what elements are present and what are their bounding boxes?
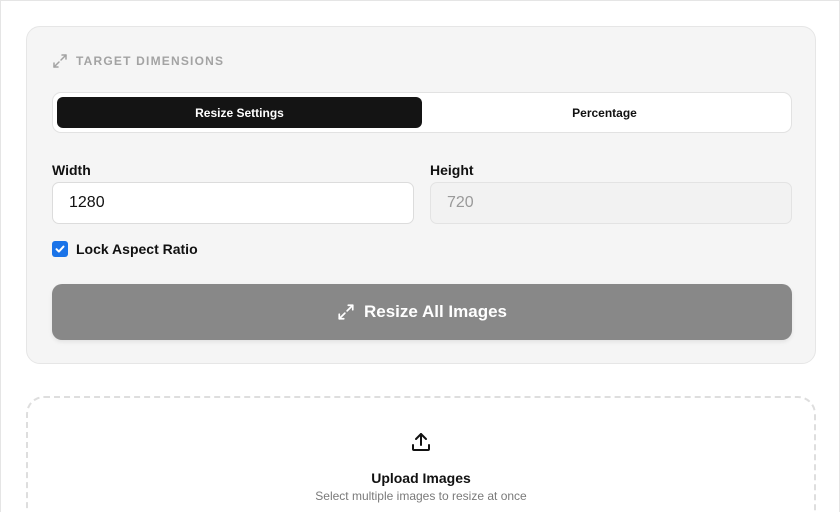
resize-all-button[interactable]: Resize All Images [52,284,792,340]
width-label: Width [52,162,91,178]
upload-dropzone[interactable]: Upload Images Select multiple images to … [26,396,816,512]
tab-percentage[interactable]: Percentage [422,97,787,128]
height-input[interactable] [430,182,792,224]
section-title: TARGET DIMENSIONS [76,54,225,68]
height-label: Height [430,162,474,178]
width-input[interactable] [52,182,414,224]
target-dimensions-card: TARGET DIMENSIONS Resize Settings Percen… [26,26,816,364]
lock-aspect-label[interactable]: Lock Aspect Ratio [76,241,198,257]
upload-icon [409,430,433,454]
resize-all-label: Resize All Images [364,302,507,321]
expand-icon [52,53,68,69]
page: TARGET DIMENSIONS Resize Settings Percen… [0,0,840,512]
lock-aspect-row: Lock Aspect Ratio [52,241,198,257]
tab-resize-settings[interactable]: Resize Settings [57,97,422,128]
upload-subtitle: Select multiple images to resize at once [315,489,527,503]
lock-aspect-checkbox[interactable] [52,241,68,257]
section-header: TARGET DIMENSIONS [52,53,224,69]
expand-icon [337,303,355,321]
resize-mode-tabs: Resize Settings Percentage [52,92,792,133]
upload-title: Upload Images [371,470,471,486]
